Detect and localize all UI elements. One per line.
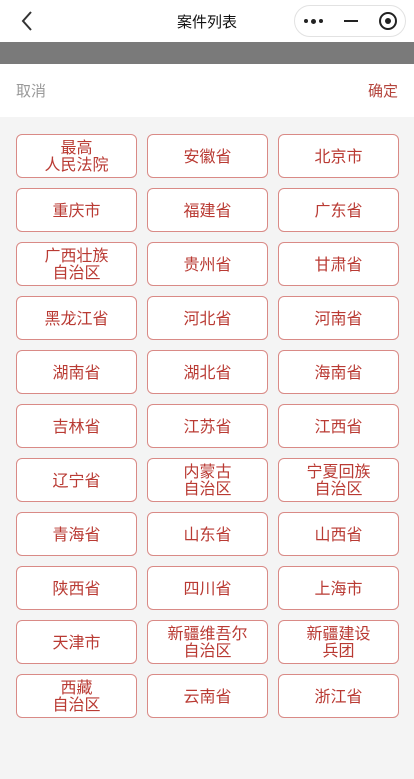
province-option[interactable]: 新疆维吾尔 自治区 xyxy=(147,620,268,664)
province-option[interactable]: 山西省 xyxy=(278,512,399,556)
province-option-label: 贵州省 xyxy=(183,254,232,274)
picker-header: 取消 确定 xyxy=(0,64,414,117)
province-option[interactable]: 广西壮族 自治区 xyxy=(16,242,137,286)
province-option-label: 青海省 xyxy=(52,524,101,544)
province-option[interactable]: 天津市 xyxy=(16,620,137,664)
province-option-label: 湖南省 xyxy=(52,362,101,382)
province-option-label: 新疆建设 兵团 xyxy=(306,624,371,660)
province-option[interactable]: 黑龙江省 xyxy=(16,296,137,340)
mini-program-capsule xyxy=(294,5,406,37)
province-option[interactable]: 湖南省 xyxy=(16,350,137,394)
province-option-label: 宁夏回族 自治区 xyxy=(306,462,371,498)
province-option-label: 河南省 xyxy=(314,308,363,328)
minus-icon xyxy=(343,20,358,22)
province-option[interactable]: 湖北省 xyxy=(147,350,268,394)
province-option-label: 云南省 xyxy=(183,686,232,706)
minimize-button[interactable] xyxy=(332,6,369,36)
province-option-label: 重庆市 xyxy=(52,200,101,220)
province-option-label: 天津市 xyxy=(52,632,101,652)
province-option[interactable]: 江苏省 xyxy=(147,404,268,448)
province-option[interactable]: 山东省 xyxy=(147,512,268,556)
province-option[interactable]: 河南省 xyxy=(278,296,399,340)
province-option[interactable]: 重庆市 xyxy=(16,188,137,232)
province-option-label: 湖北省 xyxy=(183,362,232,382)
province-option[interactable]: 上海市 xyxy=(278,566,399,610)
province-option-label: 甘肃省 xyxy=(314,254,363,274)
province-option[interactable]: 陕西省 xyxy=(16,566,137,610)
province-option[interactable]: 海南省 xyxy=(278,350,399,394)
province-option[interactable]: 河北省 xyxy=(147,296,268,340)
province-option-label: 四川省 xyxy=(183,578,232,598)
province-option-label: 山西省 xyxy=(314,524,363,544)
province-option[interactable]: 宁夏回族 自治区 xyxy=(278,458,399,502)
province-option[interactable]: 西藏 自治区 xyxy=(16,674,137,718)
province-option[interactable]: 青海省 xyxy=(16,512,137,556)
province-option-label: 江苏省 xyxy=(183,416,232,436)
province-option-label: 福建省 xyxy=(183,200,232,220)
province-option[interactable]: 北京市 xyxy=(278,134,399,178)
province-option[interactable]: 吉林省 xyxy=(16,404,137,448)
province-option-label: 河北省 xyxy=(183,308,232,328)
province-option-label: 辽宁省 xyxy=(52,470,101,490)
province-option-label: 安徽省 xyxy=(183,146,232,166)
province-option[interactable]: 新疆建设 兵团 xyxy=(278,620,399,664)
province-option-label: 广东省 xyxy=(314,200,363,220)
province-option-label: 山东省 xyxy=(183,524,232,544)
region-picker: 取消 确定 最高 人民法院 安徽省 北京市重庆市 福建省 广东省广西壮族 自治区 贵州省 甘… xyxy=(0,64,414,779)
province-option-label: 北京市 xyxy=(314,146,363,166)
province-option-label: 陕西省 xyxy=(52,578,101,598)
province-option-label: 广西壮族 自治区 xyxy=(44,246,109,282)
cancel-button[interactable]: 取消 xyxy=(16,80,46,101)
province-option[interactable]: 甘肃省 xyxy=(278,242,399,286)
province-option-label: 西藏 自治区 xyxy=(52,678,101,714)
province-option[interactable]: 广东省 xyxy=(278,188,399,232)
province-option[interactable]: 福建省 xyxy=(147,188,268,232)
province-option-label: 海南省 xyxy=(314,362,363,382)
close-button[interactable] xyxy=(369,6,406,36)
province-option[interactable]: 江西省 xyxy=(278,404,399,448)
target-circle-icon xyxy=(378,12,397,30)
province-option-label: 新疆维吾尔 自治区 xyxy=(167,624,248,660)
province-option[interactable]: 内蒙古 自治区 xyxy=(147,458,268,502)
confirm-button[interactable]: 确定 xyxy=(368,80,398,101)
dim-overlay xyxy=(0,42,414,64)
province-grid: 最高 人民法院 安徽省 北京市重庆市 福建省 广东省广西壮族 自治区 贵州省 甘肃省黑龙江省… xyxy=(16,134,399,718)
province-option-label: 黑龙江省 xyxy=(44,308,109,328)
province-option-label: 最高 人民法院 xyxy=(44,138,109,174)
nav-bar: 案件列表 xyxy=(0,0,414,42)
province-option[interactable]: 浙江省 xyxy=(278,674,399,718)
more-button[interactable] xyxy=(295,6,332,36)
province-option[interactable]: 辽宁省 xyxy=(16,458,137,502)
province-option[interactable]: 贵州省 xyxy=(147,242,268,286)
more-dots-icon xyxy=(304,18,323,24)
province-option-label: 江西省 xyxy=(314,416,363,436)
province-option[interactable]: 安徽省 xyxy=(147,134,268,178)
province-option[interactable]: 最高 人民法院 xyxy=(16,134,137,178)
province-option-label: 内蒙古 自治区 xyxy=(183,462,232,498)
province-option[interactable]: 云南省 xyxy=(147,674,268,718)
province-option-label: 上海市 xyxy=(314,578,363,598)
province-option[interactable]: 四川省 xyxy=(147,566,268,610)
province-option-label: 浙江省 xyxy=(314,686,363,706)
province-option-label: 吉林省 xyxy=(52,416,101,436)
